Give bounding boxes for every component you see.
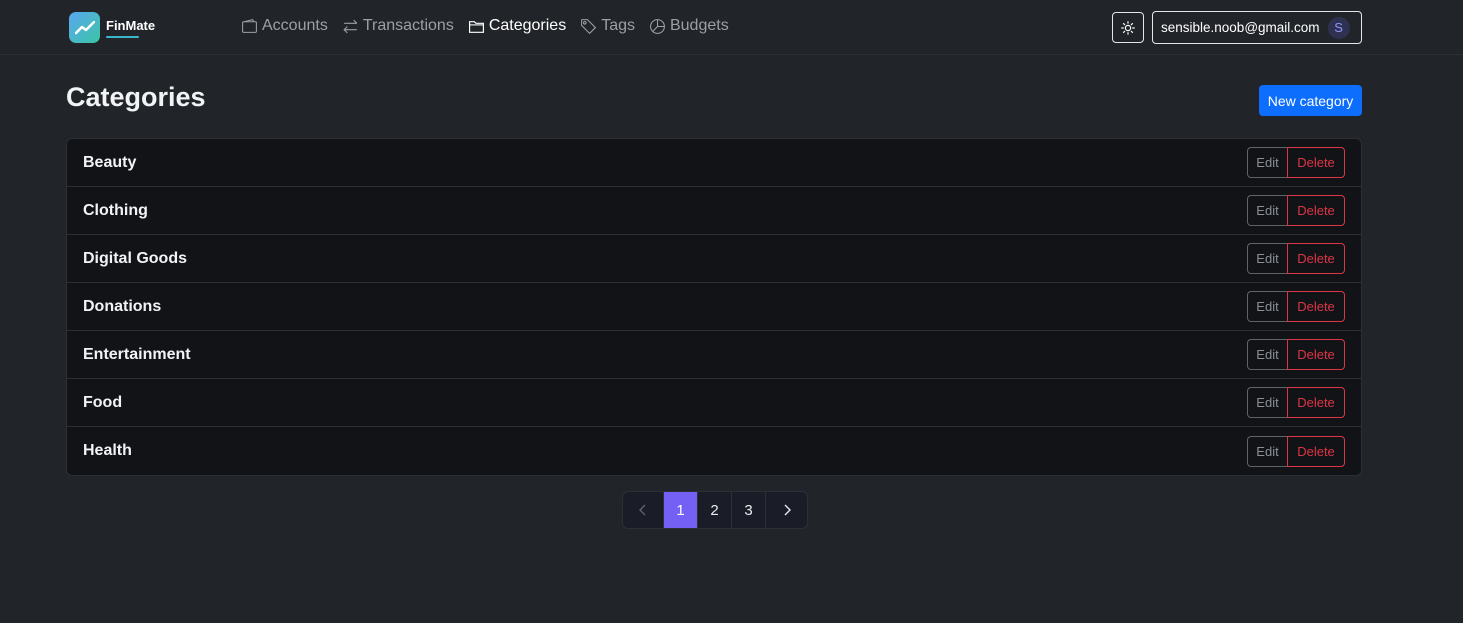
edit-button[interactable]: Edit [1247, 195, 1287, 226]
edit-button[interactable]: Edit [1247, 147, 1287, 178]
nav-label-accounts: Accounts [262, 17, 328, 34]
avatar: S [1327, 16, 1350, 39]
edit-button[interactable]: Edit [1247, 387, 1287, 418]
nav-label-categories: Categories [488, 17, 567, 34]
list-item: Health Edit Delete [67, 427, 1361, 475]
page-3-button[interactable]: 3 [732, 492, 766, 528]
chevron-left-icon [639, 504, 646, 516]
prev-page-button[interactable] [623, 492, 664, 528]
pagination: 1 2 3 [622, 491, 808, 529]
edit-button[interactable]: Edit [1247, 435, 1287, 467]
category-name: Digital Goods [83, 249, 187, 267]
list-item: Digital Goods Edit Delete [67, 235, 1361, 283]
wallet-icon [242, 18, 257, 33]
folder-icon [468, 20, 484, 33]
delete-button[interactable]: Delete [1287, 243, 1345, 274]
category-name: Beauty [83, 153, 137, 171]
chevron-right-icon [784, 504, 791, 516]
nav-item-tags[interactable]: Tags [580, 17, 635, 35]
category-name: Donations [83, 297, 162, 315]
pie-chart-icon [650, 18, 665, 34]
edit-button[interactable]: Edit [1247, 291, 1287, 322]
category-name: Entertainment [83, 345, 191, 363]
row-actions: Edit Delete [1247, 243, 1345, 274]
delete-button[interactable]: Delete [1287, 291, 1345, 322]
page-2-button[interactable]: 2 [698, 492, 732, 528]
category-name: Food [83, 393, 123, 411]
arrows-exchange-icon [343, 19, 358, 33]
brand-name: FinMate [106, 17, 156, 33]
row-actions: Edit Delete [1247, 387, 1345, 418]
main-nav: Accounts Transactions Categories Tags Bu… [241, 17, 743, 35]
list-item: Clothing Edit Delete [67, 187, 1361, 235]
new-category-button[interactable]: New category [1259, 85, 1362, 116]
theme-toggle-button[interactable] [1112, 12, 1144, 43]
nav-item-categories[interactable]: Categories [468, 17, 566, 35]
user-email: sensible.noob@gmail.com [1161, 20, 1320, 35]
sun-icon [1121, 20, 1135, 35]
tag-icon [581, 18, 597, 34]
delete-button[interactable]: Delete [1287, 195, 1345, 226]
trending-up-icon [69, 12, 100, 43]
category-name: Clothing [83, 201, 148, 219]
delete-button[interactable]: Delete [1287, 339, 1345, 370]
nav-item-transactions[interactable]: Transactions [342, 17, 454, 35]
row-actions: Edit Delete [1247, 291, 1345, 322]
nav-item-budgets[interactable]: Budgets [649, 17, 729, 35]
list-item: Entertainment Edit Delete [67, 331, 1361, 379]
nav-item-accounts[interactable]: Accounts [241, 17, 328, 35]
delete-button[interactable]: Delete [1287, 147, 1345, 178]
page-title: Categories [66, 82, 206, 112]
row-actions: Edit Delete [1247, 195, 1345, 226]
delete-button[interactable]: Delete [1287, 435, 1345, 467]
brand[interactable]: FinMate [69, 12, 155, 43]
row-actions: Edit Delete [1247, 435, 1345, 467]
nav-label-budgets: Budgets [669, 17, 729, 34]
category-name: Health [83, 442, 132, 459]
edit-button[interactable]: Edit [1247, 243, 1287, 274]
row-actions: Edit Delete [1247, 339, 1345, 370]
top-navbar: FinMate Accounts Transactions Categories… [0, 0, 1463, 55]
next-page-button[interactable] [766, 492, 807, 528]
brand-underline [106, 35, 139, 38]
user-menu-button[interactable]: sensible.noob@gmail.com S [1152, 11, 1362, 44]
row-actions: Edit Delete [1247, 147, 1345, 178]
nav-label-tags: Tags [601, 17, 635, 34]
delete-button[interactable]: Delete [1287, 387, 1345, 418]
nav-label-transactions: Transactions [362, 17, 454, 34]
list-item: Donations Edit Delete [67, 283, 1361, 331]
list-item: Food Edit Delete [67, 379, 1361, 427]
category-list: Beauty Edit Delete Clothing Edit Delete … [66, 138, 1362, 476]
edit-button[interactable]: Edit [1247, 339, 1287, 370]
list-item: Beauty Edit Delete [67, 139, 1361, 187]
page-1-button[interactable]: 1 [664, 492, 698, 528]
